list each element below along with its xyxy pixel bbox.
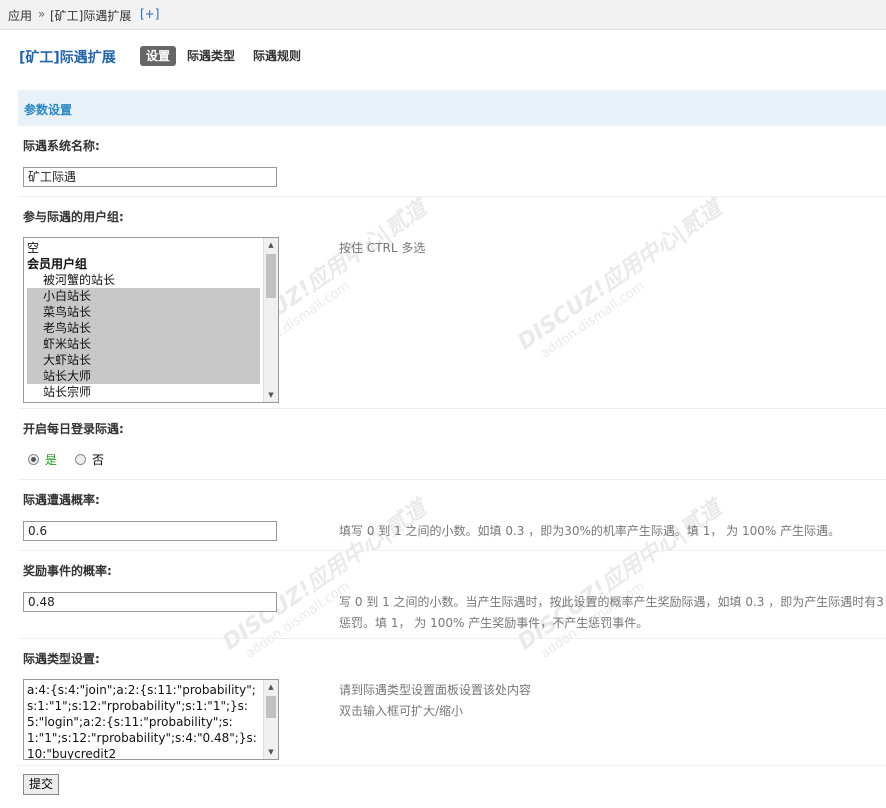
user-group-option[interactable]: 老鸟站长 xyxy=(27,320,260,336)
radio-checked-icon xyxy=(28,454,39,465)
user-group-option[interactable]: 站长宗师 xyxy=(27,384,260,400)
user-group-option[interactable]: 被河蟹的站长 xyxy=(27,272,260,288)
probability-help: 填写 0 到 1 之间的小数。如填 0.3 ，即为30%的机率产生际遇。填 1，… xyxy=(339,524,841,538)
page-title: [矿工]际遇扩展 xyxy=(19,50,116,66)
user-groups-scrollbar[interactable]: ▲ ▼ xyxy=(263,238,278,402)
reward-probability-help-2: 惩罚。填 1， 为 100% 产生奖励事件，不产生惩罚事件。 xyxy=(339,616,649,630)
type-settings-textarea[interactable]: a:4:{s:4:"join";a:2:{s:11:"probability";… xyxy=(23,679,279,760)
reward-probability-label: 奖励事件的概率: xyxy=(23,564,112,578)
type-settings-help-2: 双击输入框可扩大/缩小 xyxy=(339,704,464,718)
system-name-label: 际遇系统名称: xyxy=(23,139,100,153)
divider xyxy=(18,479,886,480)
submit-button[interactable]: 提交 xyxy=(23,774,59,795)
scroll-up-icon[interactable]: ▲ xyxy=(264,680,278,694)
breadcrumb-current: [矿工]际遇扩展 xyxy=(50,9,132,23)
user-groups-help: 按住 CTRL 多选 xyxy=(339,241,426,255)
scrollbar-thumb[interactable] xyxy=(266,696,276,718)
tab-settings[interactable]: 设置 xyxy=(140,46,177,66)
system-name-input[interactable]: 矿工际遇 xyxy=(23,167,277,187)
daily-login-yes-radio[interactable]: 是 xyxy=(28,451,57,468)
user-groups-select[interactable]: 空 会员用户组 被河蟹的站长 小白站长 菜鸟站长 老鸟站长 虾米站长 大虾站长 … xyxy=(23,237,279,403)
option-group-members: 会员用户组 xyxy=(27,257,88,271)
user-group-option[interactable]: 小白站长 xyxy=(27,288,260,304)
user-group-option[interactable]: 菜鸟站长 xyxy=(27,304,260,320)
divider xyxy=(18,408,886,409)
watermark: DISCUZ!应用中心|贰道 addon.dismall.com xyxy=(513,195,727,362)
type-settings-help: 请到际遇类型设置面板设置该处内容 xyxy=(339,683,532,697)
reward-probability-input[interactable]: 0.48 xyxy=(23,592,277,612)
user-group-option[interactable]: 大虾站长 xyxy=(27,352,260,368)
daily-login-no-radio[interactable]: 否 xyxy=(75,451,104,468)
radio-unchecked-icon xyxy=(75,454,86,465)
user-group-option[interactable]: 站长大师 xyxy=(27,368,260,384)
user-group-option[interactable]: 虾米站长 xyxy=(27,336,260,352)
section-title: 参数设置 xyxy=(24,103,73,117)
tab-encounter-types[interactable]: 际遇类型 xyxy=(181,46,241,66)
radio-label-yes: 是 xyxy=(45,453,58,467)
breadcrumb: 应用 » [矿工]际遇扩展 [+] xyxy=(0,0,886,30)
scroll-down-icon[interactable]: ▼ xyxy=(264,388,278,402)
probability-label: 际遇遭遇概率: xyxy=(23,493,100,507)
scrollbar-thumb[interactable] xyxy=(266,254,276,298)
scroll-down-icon[interactable]: ▼ xyxy=(264,745,278,759)
daily-login-label: 开启每日登录际遇: xyxy=(23,422,124,436)
tab-encounter-rules[interactable]: 际遇规则 xyxy=(247,46,307,66)
watermark: DISCUZ!应用中心|贰道 addon.dismall.com xyxy=(218,495,432,662)
reward-probability-help: 写 0 到 1 之间的小数。当产生际遇时，按此设置的概率产生奖励际遇，如填 0.… xyxy=(339,595,884,609)
divider xyxy=(18,765,886,766)
add-shortcut-link[interactable]: [+] xyxy=(140,7,159,21)
divider xyxy=(18,638,886,639)
section-header: 参数设置 xyxy=(18,90,886,126)
divider xyxy=(18,550,886,551)
probability-input[interactable]: 0.6 xyxy=(23,521,277,541)
breadcrumb-separator: » xyxy=(38,7,46,21)
textarea-scrollbar[interactable]: ▲ ▼ xyxy=(263,680,278,759)
breadcrumb-app-link[interactable]: 应用 xyxy=(8,7,32,24)
watermark: DISCUZ!应用中心|贰道 addon.dismall.com xyxy=(513,495,727,662)
user-groups-label: 参与际遇的用户组: xyxy=(23,210,124,224)
radio-label-no: 否 xyxy=(92,453,105,467)
divider xyxy=(18,196,886,197)
scroll-up-icon[interactable]: ▲ xyxy=(264,238,278,252)
type-settings-label: 际遇类型设置: xyxy=(23,652,100,666)
option-empty[interactable]: 空 xyxy=(27,240,260,256)
type-settings-value: a:4:{s:4:"join";a:2:{s:11:"probability";… xyxy=(27,683,257,760)
